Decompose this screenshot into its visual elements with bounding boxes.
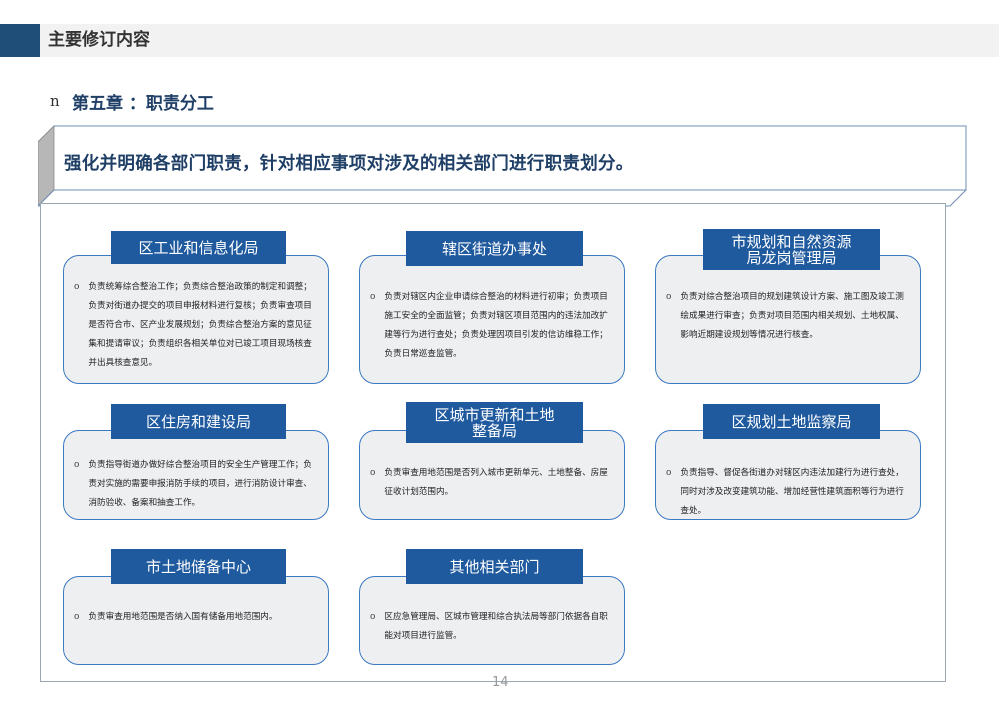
page-header-title: 主要修订内容 <box>48 30 150 50</box>
bullet-icon: ο <box>370 468 376 478</box>
chapter-bullet-icon: n <box>50 92 60 110</box>
card-text: 负责指导街道办做好综合整治项目的安全生产管理工作；负责对实施的需要申报消防手续的… <box>88 460 312 508</box>
banner-text: 强化并明确各部门职责，针对相应事项对涉及的相关部门进行职责划分。 <box>64 154 634 174</box>
card-title: 区工业和信息化局 <box>111 231 286 264</box>
bullet-icon: ο <box>74 612 80 622</box>
card-text: 负责审查用地范围是否列入城市更新单元、土地整备、房屋征收计划范围内。 <box>384 468 608 497</box>
card-title: 市土地储备中心 <box>111 549 286 584</box>
card-text: 负责对辖区内企业申请综合整治的材料进行初审；负责项目施工安全的全面监管；负责对辖… <box>384 292 608 359</box>
card-text: 负责统筹综合整治工作；负责综合整治政策的制定和调整；负责对街道办提交的项目申报材… <box>88 282 312 368</box>
bullet-icon: ο <box>74 282 80 292</box>
dept-card-renewal: ο 负责审查用地范围是否列入城市更新单元、土地整备、房屋征收计划范围内。 <box>359 430 625 520</box>
card-title: 区住房和建设局 <box>111 404 286 439</box>
card-text: 区应急管理局、区城市管理和综合执法局等部门依据各自职能对项目进行监管。 <box>384 612 608 641</box>
dept-card-subdistrict: ο 负责对辖区内企业申请综合整治的材料进行初审；负责项目施工安全的全面监管；负责… <box>359 255 625 384</box>
dept-card-other: ο 区应急管理局、区城市管理和综合执法局等部门依据各自职能对项目进行监管。 <box>359 576 625 665</box>
dept-card-inspection: ο 负责指导、督促各街道办对辖区内违法加建行为进行查处，同时对涉及改变建筑功能、… <box>655 430 921 520</box>
card-title: 区规划土地监察局 <box>703 404 880 439</box>
card-title: 区城市更新和土地整备局 <box>406 402 583 443</box>
card-text: 负责指导、督促各街道办对辖区内违法加建行为进行查处，同时对涉及改变建筑功能、增加… <box>680 468 904 516</box>
chapter-title: 第五章 ：职责分工 <box>72 94 214 114</box>
dept-card-planning: ο 负责对综合整治项目的规划建筑设计方案、施工图及竣工测绘成果进行审查；负责对项… <box>655 255 921 384</box>
bullet-icon: ο <box>370 612 376 622</box>
header-accent-bar <box>0 24 40 57</box>
card-title: 辖区街道办事处 <box>406 231 583 266</box>
card-text: 负责对综合整治项目的规划建筑设计方案、施工图及竣工测绘成果进行审查；负责对项目范… <box>680 292 904 340</box>
bullet-icon: ο <box>74 460 80 470</box>
card-title: 市规划和自然资源局龙岗管理局 <box>703 229 880 270</box>
card-text: 负责审查用地范围是否纳入国有储备用地范围内。 <box>88 612 278 622</box>
bullet-icon: ο <box>666 468 672 478</box>
dept-card-industry: ο 负责统筹综合整治工作；负责综合整治政策的制定和调整；负责对街道办提交的项目申… <box>63 255 329 384</box>
bullet-icon: ο <box>666 292 672 302</box>
dept-card-land-reserve: ο 负责审查用地范围是否纳入国有储备用地范围内。 <box>63 576 329 665</box>
dept-card-housing: ο 负责指导街道办做好综合整治项目的安全生产管理工作；负责对实施的需要申报消防手… <box>63 430 329 520</box>
page-number: 14 <box>492 675 509 690</box>
card-title: 其他相关部门 <box>406 549 583 584</box>
bullet-icon: ο <box>370 292 376 302</box>
